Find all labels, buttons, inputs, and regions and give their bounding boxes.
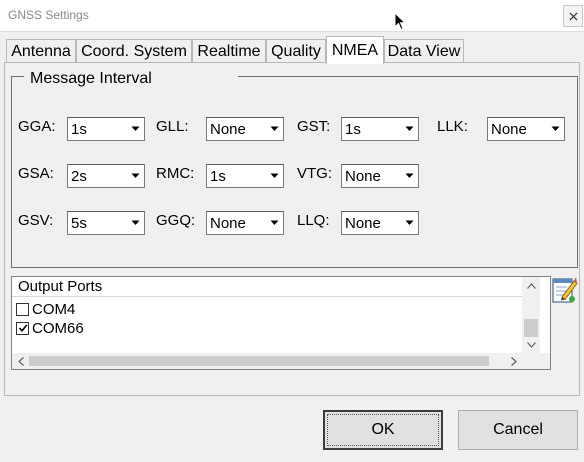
scroll-left-icon[interactable] <box>12 353 29 369</box>
title-bar: GNSS Settings <box>0 0 584 32</box>
gst-select[interactable]: 1s <box>341 117 419 141</box>
chevron-down-icon <box>547 118 564 140</box>
com66-label: COM66 <box>32 319 84 337</box>
scrollbar-corner <box>522 353 550 369</box>
llk-select[interactable]: None <box>487 117 565 141</box>
vtg-select[interactable]: None <box>341 164 419 188</box>
chevron-down-icon <box>401 165 418 187</box>
com66-checkbox[interactable] <box>16 321 29 335</box>
gst-label: GST: <box>297 118 331 135</box>
ggq-label: GGQ: <box>156 212 196 229</box>
ggq-select[interactable]: None <box>206 211 284 235</box>
tab-antenna[interactable]: Antenna <box>6 39 76 63</box>
llq-select[interactable]: None <box>341 211 419 235</box>
checkmark-icon <box>18 324 27 333</box>
tab-quality[interactable]: Quality <box>266 39 326 63</box>
dialog-footer: OK Cancel <box>0 396 584 462</box>
vertical-scroll-thumb[interactable] <box>524 319 538 337</box>
gga-label: GGA: <box>18 118 56 135</box>
close-icon <box>568 11 578 21</box>
com4-checkbox[interactable] <box>16 302 29 316</box>
chevron-down-icon <box>127 212 144 234</box>
window-title: GNSS Settings <box>8 8 89 22</box>
edit-icon <box>552 277 578 303</box>
close-button[interactable] <box>563 5 583 27</box>
vertical-scrollbar[interactable] <box>522 277 540 353</box>
llk-value: None <box>491 121 527 138</box>
chevron-down-icon <box>266 212 283 234</box>
chevron-down-icon <box>401 118 418 140</box>
gsv-label: GSV: <box>18 212 54 229</box>
ggq-value: None <box>210 215 246 232</box>
com4-label: COM4 <box>32 300 76 318</box>
gll-label: GLL: <box>156 118 189 135</box>
horizontal-scrollbar[interactable] <box>12 353 522 369</box>
port-item-com4[interactable]: COM4 <box>16 300 75 318</box>
chevron-down-icon <box>127 118 144 140</box>
chevron-down-icon <box>266 118 283 140</box>
rmc-select[interactable]: 1s <box>206 164 284 188</box>
chevron-down-icon <box>127 165 144 187</box>
tab-realtime[interactable]: Realtime <box>192 39 266 63</box>
llq-label: LLQ: <box>297 212 330 229</box>
scroll-right-icon[interactable] <box>505 353 522 369</box>
mouse-cursor-icon <box>394 12 406 31</box>
scroll-down-icon[interactable] <box>522 336 540 353</box>
gsv-value: 5s <box>71 215 87 232</box>
message-interval-title: Message Interval <box>24 70 238 88</box>
gll-select[interactable]: None <box>206 117 284 141</box>
ok-button[interactable]: OK <box>323 410 443 450</box>
llq-value: None <box>345 215 381 232</box>
output-ports-list[interactable]: Output Ports COM4 COM66 <box>11 276 551 370</box>
gll-value: None <box>210 121 246 138</box>
scroll-up-icon[interactable] <box>522 277 540 294</box>
llk-label: LLK: <box>437 118 468 135</box>
tab-nmea[interactable]: NMEA <box>326 36 384 64</box>
gga-value: 1s <box>71 121 87 138</box>
tab-coord-system[interactable]: Coord. System <box>76 39 192 63</box>
horizontal-scroll-thumb[interactable] <box>29 356 489 366</box>
cancel-button[interactable]: Cancel <box>458 410 578 450</box>
vtg-label: VTG: <box>297 165 333 182</box>
edit-ports-button[interactable] <box>550 273 578 305</box>
port-item-com66[interactable]: COM66 <box>16 319 84 337</box>
gsa-label: GSA: <box>18 165 54 182</box>
gst-value: 1s <box>345 121 361 138</box>
rmc-label: RMC: <box>156 165 195 182</box>
chevron-down-icon <box>401 212 418 234</box>
gsv-select[interactable]: 5s <box>67 211 145 235</box>
rmc-value: 1s <box>210 168 226 185</box>
chevron-down-icon <box>266 165 283 187</box>
gsa-value: 2s <box>71 168 87 185</box>
tab-data-view[interactable]: Data View <box>384 39 464 63</box>
output-ports-header: Output Ports <box>12 277 522 297</box>
vtg-value: None <box>345 168 381 185</box>
gsa-select[interactable]: 2s <box>67 164 145 188</box>
gga-select[interactable]: 1s <box>67 117 145 141</box>
